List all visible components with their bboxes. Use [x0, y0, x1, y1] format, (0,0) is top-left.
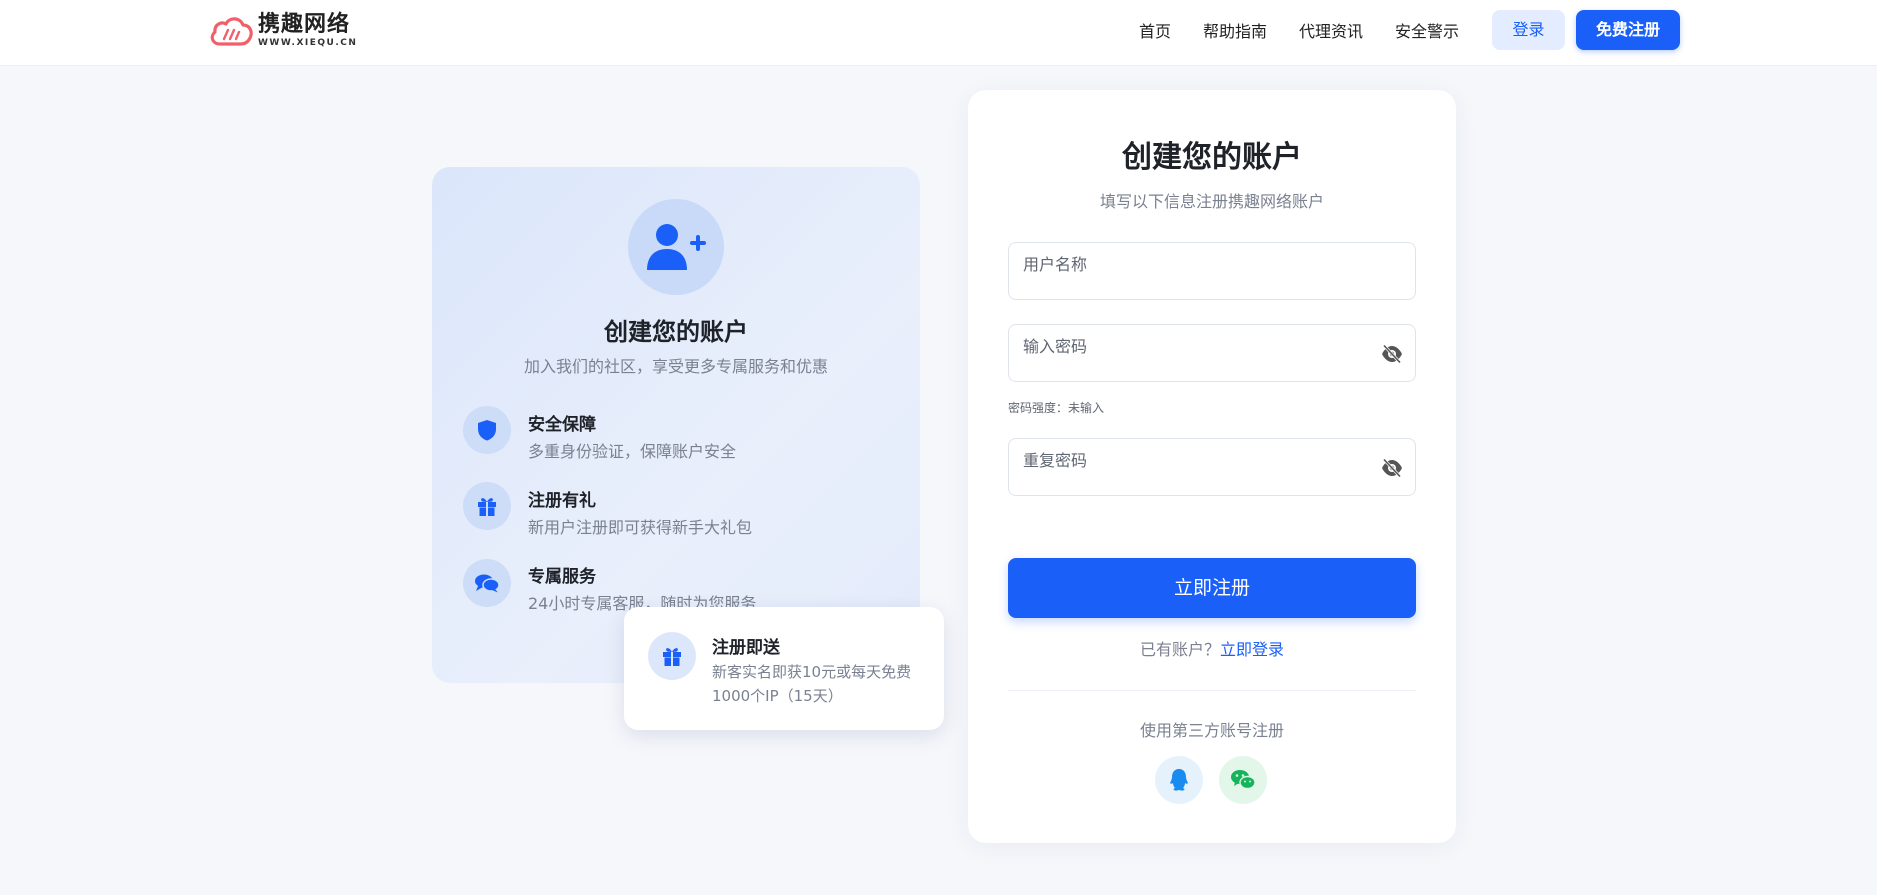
shield-icon — [463, 406, 511, 454]
promo-card: 注册即送 新客实名即获10元或每天免费1000个IP（15天） — [624, 607, 944, 730]
panel-subtitle: 加入我们的社区，享受更多专属服务和优惠 — [523, 357, 828, 376]
divider — [1008, 690, 1416, 691]
form-subtitle: 填写以下信息注册携趣网络账户 — [1099, 192, 1324, 211]
qq-login-button[interactable] — [1155, 756, 1203, 804]
feature-title: 安全保障 — [528, 415, 596, 435]
feature-title: 注册有礼 — [528, 491, 596, 511]
third-party-label: 使用第三方账号注册 — [1139, 721, 1284, 740]
login-link[interactable]: 立即登录 — [1220, 640, 1284, 659]
panel-title: 创建您的账户 — [604, 318, 748, 346]
logo-name: 携趣网络 — [258, 12, 351, 37]
password-strength: 密码强度：未输入 — [1008, 401, 1105, 415]
qq-icon — [1170, 769, 1188, 791]
password-input[interactable] — [1023, 325, 1363, 367]
cloud-logo-icon — [210, 17, 253, 46]
nav-help-guide[interactable]: 帮助指南 — [1203, 18, 1267, 42]
add-user-avatar — [628, 199, 724, 295]
username-input[interactable] — [1023, 243, 1363, 285]
feature-title: 专属服务 — [528, 567, 596, 587]
top-header: 携趣网络 WWW.XIEQU.CN 首页 帮助指南 代理资讯 安全警示 登录 免… — [0, 0, 1877, 66]
chat-icon — [463, 559, 511, 607]
site-logo[interactable]: 携趣网络 WWW.XIEQU.CN — [208, 12, 357, 50]
confirm-password-input[interactable] — [1023, 439, 1363, 481]
wechat-login-button[interactable] — [1219, 756, 1267, 804]
register-submit-button[interactable]: 立即注册 — [1008, 558, 1416, 618]
login-prompt: 已有账户？立即登录 — [968, 636, 1456, 660]
nav-home[interactable]: 首页 — [1139, 18, 1171, 42]
gift-icon — [648, 632, 696, 680]
logo-url: WWW.XIEQU.CN — [258, 38, 358, 48]
free-register-button[interactable]: 免费注册 — [1576, 10, 1680, 50]
promo-desc: 新客实名即获10元或每天免费1000个IP（15天） — [712, 663, 912, 705]
confirm-password-field[interactable] — [1008, 438, 1416, 496]
gift-icon — [463, 482, 511, 530]
username-field[interactable] — [1008, 242, 1416, 300]
nav-security-alert[interactable]: 安全警示 — [1395, 18, 1459, 42]
have-account-text: 已有账户？ — [1139, 640, 1220, 659]
eye-off-icon[interactable] — [1381, 344, 1403, 364]
promo-title: 注册即送 — [712, 638, 780, 658]
nav-agent-news[interactable]: 代理资讯 — [1299, 18, 1363, 42]
feature-desc: 多重身份验证，保障账户安全 — [528, 442, 737, 461]
wechat-icon — [1231, 770, 1256, 790]
user-plus-icon — [647, 224, 706, 270]
feature-desc: 新用户注册即可获得新手大礼包 — [528, 518, 753, 537]
form-title: 创建您的账户 — [1122, 140, 1302, 175]
login-button[interactable]: 登录 — [1492, 10, 1565, 50]
eye-off-icon[interactable] — [1381, 458, 1403, 478]
password-field[interactable] — [1008, 324, 1416, 382]
